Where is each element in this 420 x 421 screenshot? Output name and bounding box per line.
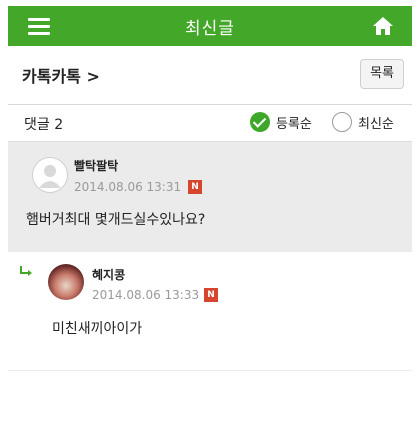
board-header: 카톡카톡 > 목록 xyxy=(8,46,412,105)
comment-date: 2014.08.06 13:31 xyxy=(74,180,182,194)
home-icon[interactable] xyxy=(372,16,394,36)
board-name-link[interactable]: 카톡카톡 > xyxy=(22,63,100,87)
comment-count: 댓글 2 xyxy=(24,117,64,133)
sort-by-registered-radio[interactable]: 등록순 xyxy=(250,109,312,135)
hamburger-menu-icon[interactable] xyxy=(28,15,50,37)
sort-option-label: 최신순 xyxy=(358,116,394,132)
default-user-avatar-icon[interactable] xyxy=(32,157,68,193)
list-button[interactable]: 목록 xyxy=(360,59,404,89)
comments-sort-bar: 댓글 2 등록순 최신순 xyxy=(8,105,412,141)
user-photo-avatar[interactable] xyxy=(48,264,84,300)
sort-option-label: 등록순 xyxy=(276,116,312,132)
reply-arrow-icon xyxy=(20,266,32,276)
new-badge: N xyxy=(204,288,218,302)
comment-text: 미친새끼아이가 xyxy=(52,321,143,337)
comment-date: 2014.08.06 13:33 xyxy=(92,288,200,302)
empty-area xyxy=(8,370,412,421)
top-app-bar: 최신글 xyxy=(8,6,412,46)
checked-radio-icon xyxy=(250,112,270,132)
comment-author[interactable]: 혜지콩 xyxy=(92,266,125,283)
comment-author[interactable]: 빨탁팔탁 xyxy=(74,157,118,174)
new-badge: N xyxy=(188,180,202,194)
unchecked-radio-icon xyxy=(332,112,352,132)
reply-comment-item: 혜지콩 2014.08.06 13:33 N 미친새끼아이가 xyxy=(8,252,412,370)
sort-by-latest-radio[interactable]: 최신순 xyxy=(332,109,394,135)
comment-item: 빨탁팔탁 2014.08.06 13:31 N 햄버거최대 몇개드실수있나요? xyxy=(8,141,412,253)
comment-text: 햄버거최대 몇개드실수있나요? xyxy=(26,212,206,228)
page-title: 최신글 xyxy=(185,18,235,39)
